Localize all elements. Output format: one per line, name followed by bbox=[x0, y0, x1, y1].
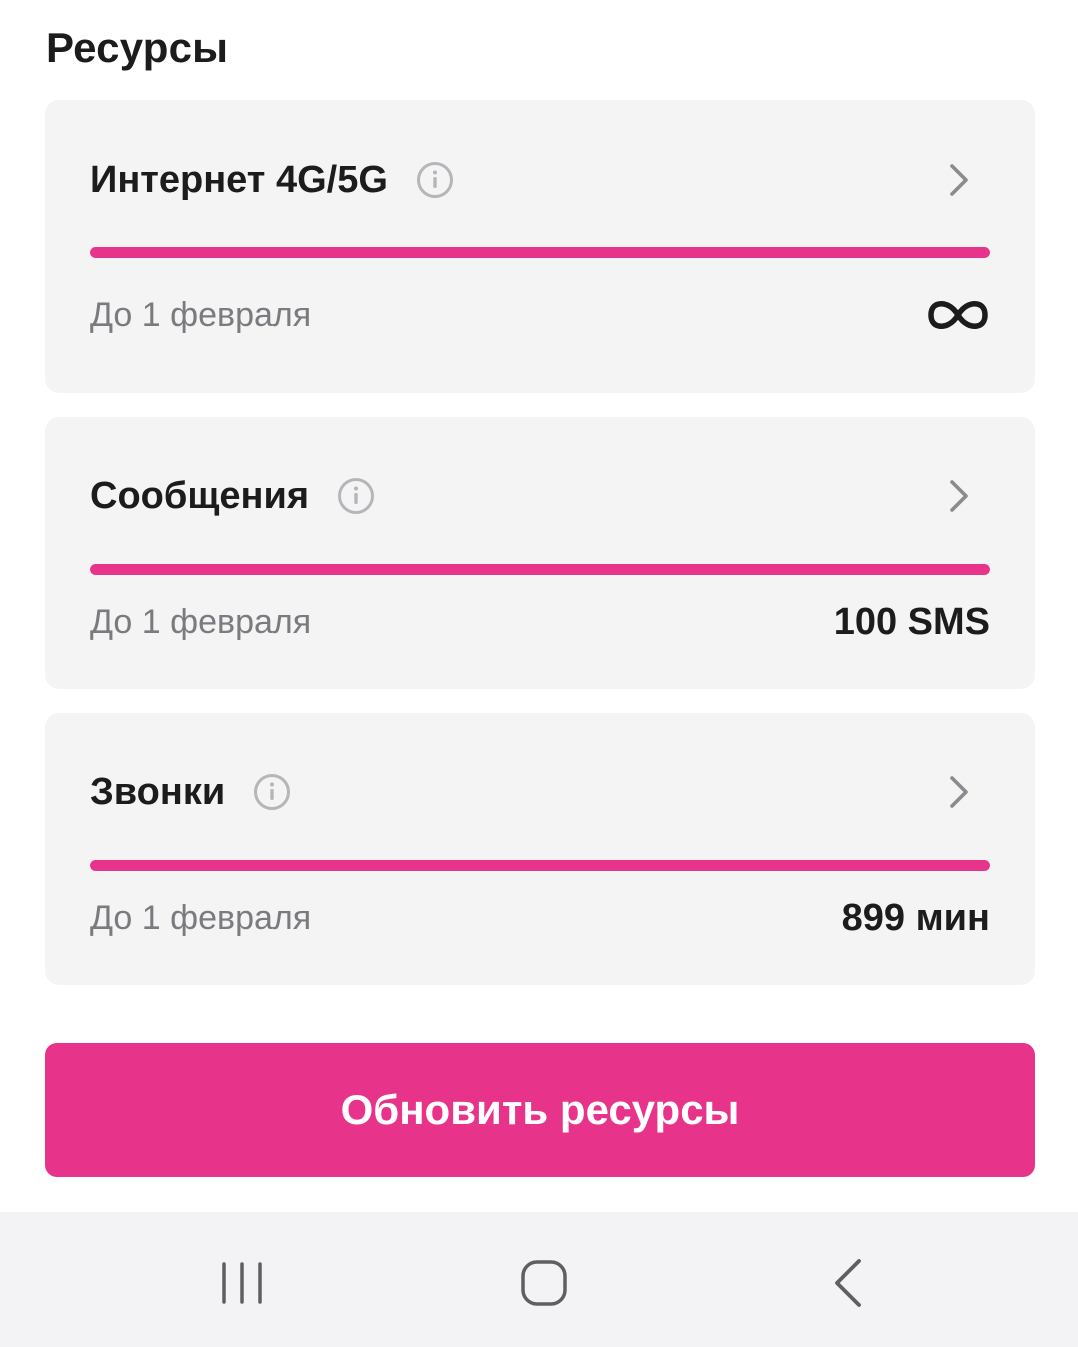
progress-bar bbox=[90, 564, 990, 575]
chevron-right-icon bbox=[944, 476, 974, 516]
card-value: 899 мин bbox=[841, 896, 990, 939]
recents-icon bbox=[218, 1260, 266, 1311]
info-icon[interactable] bbox=[416, 161, 454, 199]
home-icon bbox=[520, 1259, 568, 1312]
card-value: 100 SMS bbox=[833, 600, 990, 643]
card-date: До 1 февраля bbox=[90, 295, 312, 334]
infinity-icon bbox=[928, 297, 988, 333]
info-icon[interactable] bbox=[337, 477, 375, 515]
system-nav-bar bbox=[0, 1212, 1078, 1347]
resource-card-internet[interactable]: Интернет 4G/5G До 1 февраля bbox=[45, 100, 1035, 393]
card-title: Сообщения bbox=[90, 474, 310, 517]
card-date: До 1 февраля bbox=[90, 602, 312, 641]
card-header: Интернет 4G/5G bbox=[90, 150, 990, 210]
card-title: Звонки bbox=[90, 770, 226, 813]
card-footer: До 1 февраля 899 мин bbox=[90, 893, 990, 943]
resource-card-messages[interactable]: Сообщения До 1 февраля 100 SMS bbox=[45, 417, 1035, 689]
recents-button[interactable] bbox=[202, 1250, 282, 1320]
progress-fill bbox=[90, 564, 990, 575]
progress-fill bbox=[90, 860, 990, 871]
section-title: Ресурсы bbox=[46, 24, 229, 71]
back-button[interactable] bbox=[808, 1250, 888, 1320]
chevron-right-icon bbox=[944, 160, 974, 200]
chevron-right-icon bbox=[944, 772, 974, 812]
progress-bar bbox=[90, 247, 990, 258]
progress-fill bbox=[90, 247, 990, 258]
card-date: До 1 февраля bbox=[90, 898, 312, 937]
resources-screen: Ресурсы Интернет 4G/5G До 1 февраля Сооб… bbox=[0, 0, 1078, 1347]
info-icon[interactable] bbox=[253, 773, 291, 811]
refresh-resources-button[interactable]: Обновить ресурсы bbox=[45, 1043, 1035, 1177]
back-icon bbox=[831, 1258, 865, 1313]
card-title: Интернет 4G/5G bbox=[90, 158, 388, 201]
card-footer: До 1 февраля bbox=[90, 290, 990, 340]
card-header: Сообщения bbox=[90, 466, 990, 526]
progress-bar bbox=[90, 860, 990, 871]
card-header: Звонки bbox=[90, 762, 990, 822]
home-button[interactable] bbox=[504, 1250, 584, 1320]
card-footer: До 1 февраля 100 SMS bbox=[90, 597, 990, 647]
resource-card-calls[interactable]: Звонки До 1 февраля 899 мин bbox=[45, 713, 1035, 985]
